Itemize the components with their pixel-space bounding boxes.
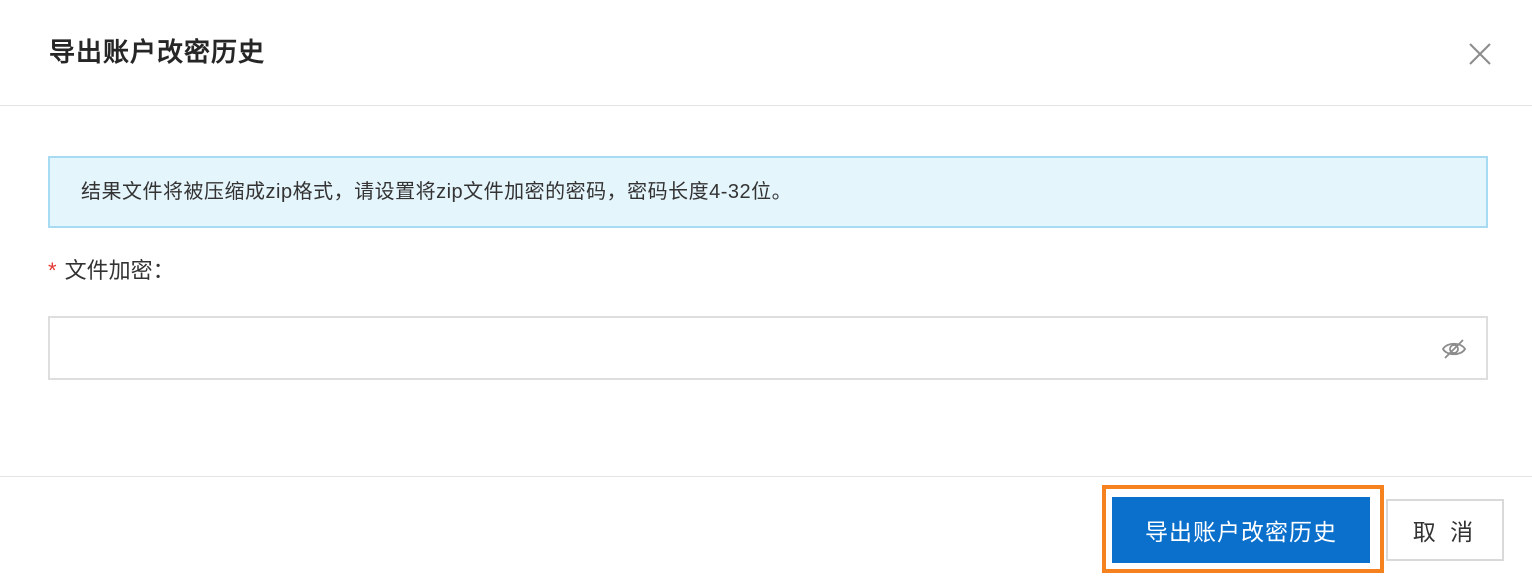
close-button[interactable] xyxy=(1466,40,1494,68)
export-button[interactable]: 导出账户改密历史 xyxy=(1112,497,1370,563)
dialog-footer: 导出账户改密历史 取 消 xyxy=(0,476,1532,582)
password-input[interactable] xyxy=(66,328,1420,370)
dialog-body: 结果文件将被压缩成zip格式，请设置将zip文件加密的密码，密码长度4-32位。… xyxy=(0,106,1532,476)
close-icon xyxy=(1469,43,1491,65)
dialog-title: 导出账户改密历史 xyxy=(49,37,266,67)
info-alert: 结果文件将被压缩成zip格式，请设置将zip文件加密的密码，密码长度4-32位。 xyxy=(48,156,1488,228)
password-visibility-toggle[interactable] xyxy=(1440,335,1468,363)
export-dialog: 导出账户改密历史 结果文件将被压缩成zip格式，请设置将zip文件加密的密码，密… xyxy=(0,0,1532,582)
required-mark: * xyxy=(48,258,57,283)
password-field-label: * 文件加密： xyxy=(48,256,175,286)
password-input-wrapper xyxy=(48,316,1488,380)
alert-message: 结果文件将被压缩成zip格式，请设置将zip文件加密的密码，密码长度4-32位。 xyxy=(81,181,793,203)
cancel-button[interactable]: 取 消 xyxy=(1386,499,1504,561)
eye-off-icon xyxy=(1441,339,1467,359)
dialog-header: 导出账户改密历史 xyxy=(0,0,1532,106)
password-label-text: 文件加密： xyxy=(64,258,175,283)
